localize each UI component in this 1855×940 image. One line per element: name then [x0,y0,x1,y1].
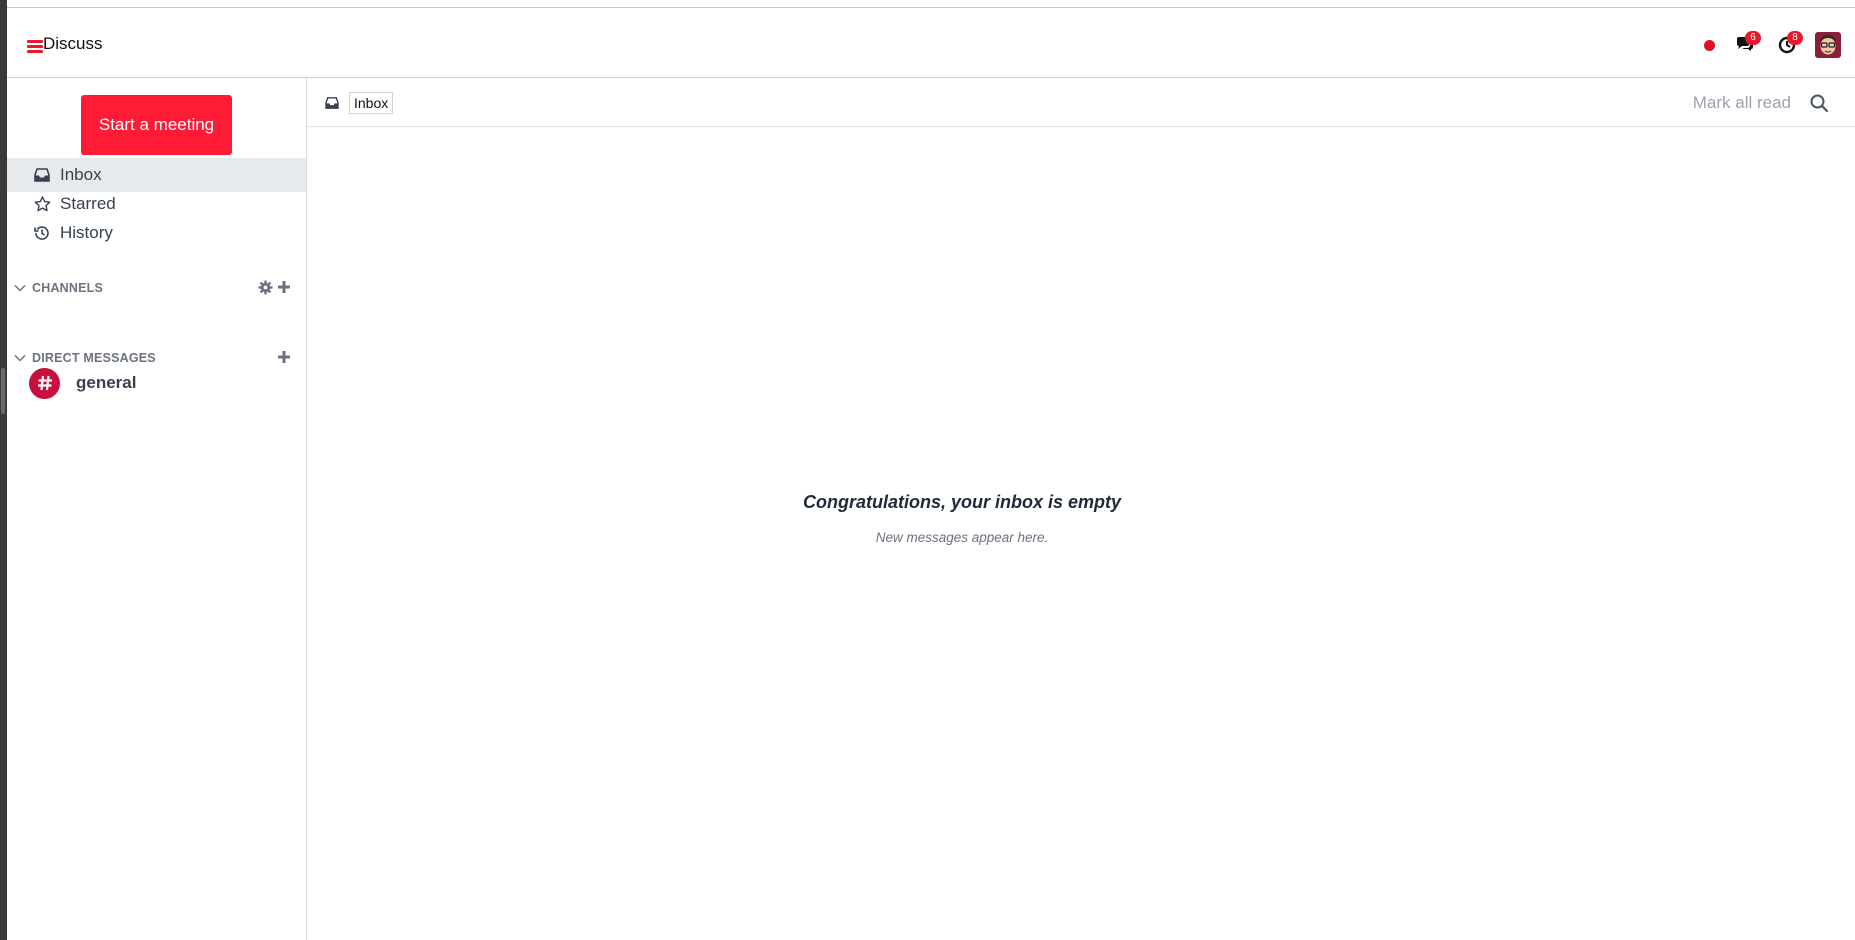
messaging-menu-button[interactable]: 6 [1731,31,1761,59]
messages-count-badge: 6 [1745,31,1761,45]
activities-count-badge: 8 [1787,31,1803,45]
hamburger-menu-icon[interactable] [27,40,43,54]
sidebar-item-label: History [60,223,113,242]
add-channel-plus-icon[interactable] [276,279,292,295]
user-avatar[interactable] [1815,32,1841,58]
top-navbar: Discuss 6 8 [7,8,1855,78]
direct-messages-section-title[interactable]: DIRECT MESSAGES [32,351,156,365]
chevron-down-icon[interactable] [13,281,27,295]
window-edge [0,0,7,940]
channel-name: general [76,373,137,392]
sidebar: Start a meeting Inbox Starred History CH… [7,78,307,940]
sidebar-item-label: Starred [60,194,116,213]
thread-toolbar: Inbox Mark all read [307,78,1855,127]
app-title[interactable]: Discuss [43,34,103,54]
empty-inbox-subtitle: New messages appear here. [875,530,1049,545]
main-panel: Inbox Mark all read Congratulations, you… [307,78,1855,940]
systray: 6 8 [1704,30,1841,60]
channels-actions [254,279,292,295]
empty-inbox-title: Congratulations, your inbox is empty [802,492,1122,512]
direct-messages-actions [273,349,292,365]
inbox-icon [33,166,51,184]
channel-item-general[interactable]: general [7,363,306,403]
search-icon[interactable] [1809,93,1829,113]
status-dot-icon[interactable] [1704,39,1715,51]
history-icon [33,224,51,242]
user-avatar-icon [1815,32,1841,58]
direct-messages-section-header: DIRECT MESSAGES [7,347,306,369]
sidebar-item-label: Inbox [60,165,102,184]
start-meeting-button[interactable]: Start a meeting [81,95,232,155]
channels-section-title[interactable]: CHANNELS [32,281,103,295]
activity-menu-button[interactable]: 8 [1773,31,1803,59]
star-icon [33,195,51,213]
chevron-down-icon[interactable] [13,351,27,365]
sidebar-item-history[interactable]: History [7,216,306,250]
top-strip [7,0,1855,8]
thread-name-label: Inbox [349,92,394,114]
resize-handle[interactable] [1,368,5,414]
channels-section-header: CHANNELS [7,277,306,299]
add-direct-message-plus-icon[interactable] [276,349,292,365]
hashtag-icon [29,367,60,399]
inbox-icon [325,97,339,109]
mark-all-read-button[interactable]: Mark all read [1693,93,1791,113]
channel-settings-gear-icon[interactable] [257,279,273,295]
